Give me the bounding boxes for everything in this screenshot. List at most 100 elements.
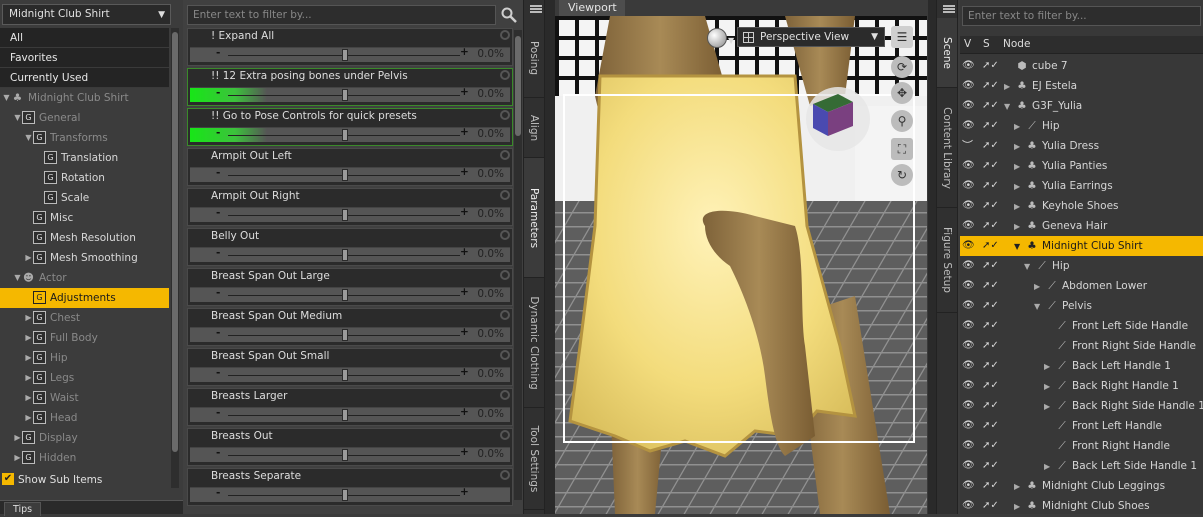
frame-selection-icon[interactable]: ⛶	[891, 138, 913, 160]
tab-figure-setup[interactable]: Figure Setup	[937, 208, 957, 313]
collapse-arrow-icon[interactable]: ▼	[1004, 97, 1012, 117]
scene-node-row[interactable]: 👁 ➚✓ ▼ ♣ G3F_Yulia	[960, 96, 1203, 116]
selectable-cursor-icon[interactable]: ➚✓	[982, 136, 999, 156]
expand-arrow-icon[interactable]: ▶	[1044, 357, 1052, 377]
decrement-button[interactable]: -	[216, 167, 220, 179]
group-tree-item[interactable]: ▶ G Legs	[0, 368, 169, 388]
expand-arrow-icon[interactable]: ▶	[24, 408, 33, 428]
eye-icon[interactable]: 👁	[962, 456, 975, 476]
group-tree-item[interactable]: ▶ G Head	[0, 408, 169, 428]
scene-node-row[interactable]: 👁 ➚✓ ▶ ⟋ Back Right Handle 1	[960, 376, 1203, 396]
node-selector-dropdown[interactable]: Midnight Club Shirt ▼	[2, 4, 171, 25]
parameter-value[interactable]: 0.0%	[477, 408, 504, 420]
parameter-slider[interactable]: - +	[190, 486, 510, 502]
eye-closed-icon[interactable]: ︶	[962, 136, 973, 156]
eye-icon[interactable]: 👁	[962, 316, 975, 336]
parameter-slider[interactable]: - +0.0%	[190, 366, 510, 382]
group-tree-item[interactable]: ▶ G Waist	[0, 388, 169, 408]
increment-button[interactable]: +	[460, 46, 469, 58]
eye-icon[interactable]: 👁	[962, 496, 975, 516]
gear-icon[interactable]	[500, 430, 510, 440]
viewport-menu-icon[interactable]: ☰	[891, 26, 913, 48]
parameter-value[interactable]: 0.0%	[477, 168, 504, 180]
scene-node-row[interactable]: 👁 ➚✓ ⟋ Front Right Handle	[960, 436, 1203, 456]
pane-menu-icon[interactable]	[943, 5, 955, 7]
parameter-value[interactable]: 0.0%	[477, 288, 504, 300]
expand-arrow-icon[interactable]: ▶	[1044, 377, 1052, 397]
parameter-slider[interactable]: - +0.0%	[190, 406, 510, 422]
expand-arrow-icon[interactable]: ▶	[1014, 117, 1022, 137]
gear-icon[interactable]	[500, 230, 510, 240]
group-tree-item[interactable]: ▶ G Chest	[0, 308, 169, 328]
expand-arrow-icon[interactable]: ▶	[1004, 77, 1012, 97]
selectable-cursor-icon[interactable]: ➚✓	[982, 96, 999, 116]
selectable-cursor-icon[interactable]: ➚✓	[982, 336, 999, 356]
selectable-cursor-icon[interactable]: ➚✓	[982, 196, 999, 216]
expand-arrow-icon[interactable]: ▶	[24, 388, 33, 408]
camera-sphere-icon[interactable]	[707, 28, 727, 48]
tab-parameters[interactable]: Parameters	[524, 158, 544, 278]
decrement-button[interactable]: -	[216, 127, 220, 139]
increment-button[interactable]: +	[460, 326, 469, 338]
expand-arrow-icon[interactable]: ▶	[1014, 477, 1022, 497]
selectable-cursor-icon[interactable]: ➚✓	[982, 456, 999, 476]
group-tree-item[interactable]: ▼ ☻ Actor	[0, 268, 169, 288]
tab-align[interactable]: Align	[524, 98, 544, 158]
decrement-button[interactable]: -	[216, 207, 220, 219]
eye-icon[interactable]: 👁	[962, 276, 975, 296]
collapse-arrow-icon[interactable]: ▼	[24, 128, 33, 148]
increment-button[interactable]: +	[460, 206, 469, 218]
gear-icon[interactable]	[500, 270, 510, 280]
selectable-cursor-icon[interactable]: ➚✓	[982, 176, 999, 196]
decrement-button[interactable]: -	[216, 287, 220, 299]
group-tree-item[interactable]: G Scale	[0, 188, 169, 208]
slider-knob[interactable]	[342, 289, 348, 301]
category-item[interactable]: All	[0, 28, 169, 48]
decrement-button[interactable]: -	[216, 447, 220, 459]
group-tree-item[interactable]: ▶ G Hip	[0, 348, 169, 368]
decrement-button[interactable]: -	[216, 407, 220, 419]
increment-button[interactable]: +	[460, 166, 469, 178]
pane-divider[interactable]	[545, 0, 555, 514]
increment-button[interactable]: +	[460, 446, 469, 458]
scene-node-row[interactable]: 👁 ➚✓ ▶ ⟋ Abdomen Lower	[960, 276, 1203, 296]
group-tree-item[interactable]: G Mesh Resolution	[0, 228, 169, 248]
expand-arrow-icon[interactable]: ▶	[1014, 497, 1022, 517]
category-item[interactable]: Favorites	[0, 48, 169, 68]
show-sub-items-checkbox[interactable]: ✔ Show Sub Items	[2, 472, 102, 488]
parameter-list-scrollbar[interactable]	[514, 30, 522, 500]
collapse-arrow-icon[interactable]: ▼	[2, 88, 11, 108]
group-tree-item[interactable]: ▼ G General	[0, 108, 169, 128]
selectable-cursor-icon[interactable]: ➚✓	[982, 256, 999, 276]
selectable-column-header[interactable]: S	[983, 38, 990, 50]
decrement-button[interactable]: -	[216, 247, 220, 259]
tab-scene[interactable]: Scene	[937, 18, 957, 88]
eye-icon[interactable]: 👁	[962, 336, 975, 356]
orbit-camera-icon[interactable]: ⟳	[891, 56, 913, 78]
collapse-arrow-icon[interactable]: ▼	[13, 108, 22, 128]
parameter-value[interactable]: 0.0%	[477, 328, 504, 340]
selectable-cursor-icon[interactable]: ➚✓	[982, 396, 999, 416]
increment-button[interactable]: +	[460, 86, 469, 98]
decrement-button[interactable]: -	[216, 87, 220, 99]
slider-knob[interactable]	[342, 409, 348, 421]
gear-icon[interactable]	[500, 350, 510, 360]
scene-node-row[interactable]: 👁 ➚✓ ▼ ♣ Midnight Club Shirt	[960, 236, 1203, 256]
group-tree-item[interactable]: G Translation	[0, 148, 169, 168]
scene-filter-input[interactable]: Enter text to filter by...	[962, 6, 1201, 26]
selectable-cursor-icon[interactable]: ➚✓	[982, 276, 999, 296]
expand-arrow-icon[interactable]: ▶	[13, 448, 22, 468]
gear-icon[interactable]	[500, 470, 510, 480]
eye-icon[interactable]: 👁	[962, 196, 975, 216]
eye-icon[interactable]: 👁	[962, 476, 975, 496]
eye-icon[interactable]: 👁	[962, 176, 975, 196]
selectable-cursor-icon[interactable]: ➚✓	[982, 496, 999, 516]
eye-icon[interactable]: 👁	[962, 416, 975, 436]
tab-dynamic-clothing[interactable]: Dynamic Clothing	[524, 278, 544, 408]
expand-arrow-icon[interactable]: ▶	[1034, 277, 1042, 297]
collapse-arrow-icon[interactable]: ▼	[1014, 237, 1022, 257]
selectable-cursor-icon[interactable]: ➚✓	[982, 316, 999, 336]
scene-node-row[interactable]: 👁 ➚✓ ⟋ Front Right Side Handle	[960, 336, 1203, 356]
gear-icon[interactable]	[500, 30, 510, 40]
gear-icon[interactable]	[500, 150, 510, 160]
